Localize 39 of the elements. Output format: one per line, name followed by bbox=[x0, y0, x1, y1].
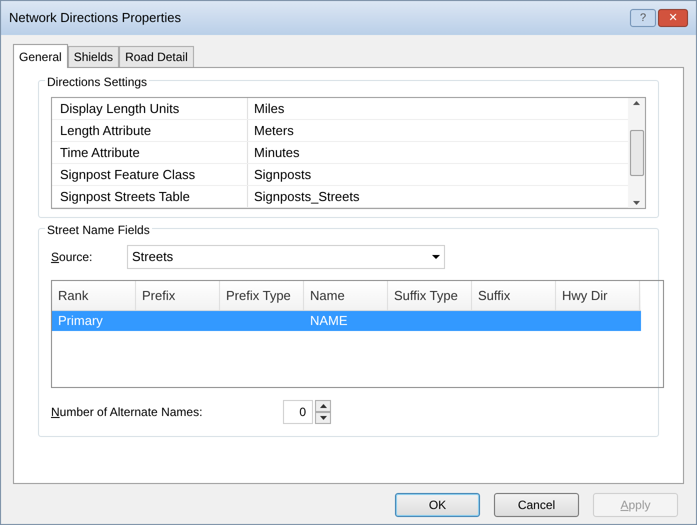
scroll-up-icon[interactable] bbox=[633, 101, 640, 105]
table-cell-text: NAME bbox=[309, 312, 349, 330]
tab[interactable]: Shields bbox=[68, 46, 120, 67]
column-header[interactable]: Suffix Type bbox=[388, 281, 472, 310]
property-value: Signposts_Streets bbox=[253, 188, 360, 206]
scrollbar[interactable] bbox=[628, 98, 645, 208]
property-name: Signpost Feature Class bbox=[52, 164, 248, 185]
property-name: Time Attribute bbox=[52, 142, 248, 163]
column-header[interactable]: Prefix bbox=[136, 281, 220, 310]
close-button[interactable]: ✕ bbox=[658, 9, 688, 27]
column-header[interactable]: Name bbox=[304, 281, 388, 310]
property-name: Length Attribute bbox=[52, 120, 248, 141]
scroll-down-icon[interactable] bbox=[633, 201, 640, 205]
tab[interactable]: Road Detail bbox=[119, 46, 194, 67]
tab[interactable]: General bbox=[13, 44, 68, 68]
dropdown-caret-icon bbox=[432, 255, 440, 259]
source-label: Source: bbox=[51, 249, 91, 266]
column-header[interactable]: Hwy Dir bbox=[556, 281, 640, 310]
property-value: Minutes bbox=[253, 144, 300, 162]
scroll-thumb[interactable] bbox=[630, 130, 644, 176]
column-header[interactable]: Prefix Type bbox=[220, 281, 304, 310]
spin-down-button[interactable] bbox=[315, 412, 331, 424]
table-cell-text: Primary bbox=[57, 312, 104, 330]
up-arrow-icon bbox=[320, 404, 326, 408]
spin-up-button[interactable] bbox=[315, 400, 331, 412]
property-name: Display Length Units bbox=[52, 98, 248, 119]
dialog-button[interactable]: OK bbox=[395, 493, 480, 517]
down-arrow-icon bbox=[320, 416, 326, 420]
help-button[interactable]: ? bbox=[630, 9, 656, 27]
property-name: Signpost Streets Table bbox=[52, 186, 248, 207]
property-value: Meters bbox=[253, 122, 294, 140]
dialog-button[interactable]: Cancel bbox=[494, 493, 579, 517]
property-value: Signposts bbox=[253, 166, 312, 184]
column-header[interactable]: Rank bbox=[52, 281, 136, 310]
source-dropdown[interactable]: Streets bbox=[127, 245, 445, 269]
alternate-names-label: Number of Alternate Names: bbox=[51, 404, 204, 421]
property-value: Miles bbox=[253, 100, 284, 118]
column-header[interactable]: Suffix bbox=[472, 281, 556, 310]
window-title: Network Directions Properties bbox=[9, 9, 182, 28]
